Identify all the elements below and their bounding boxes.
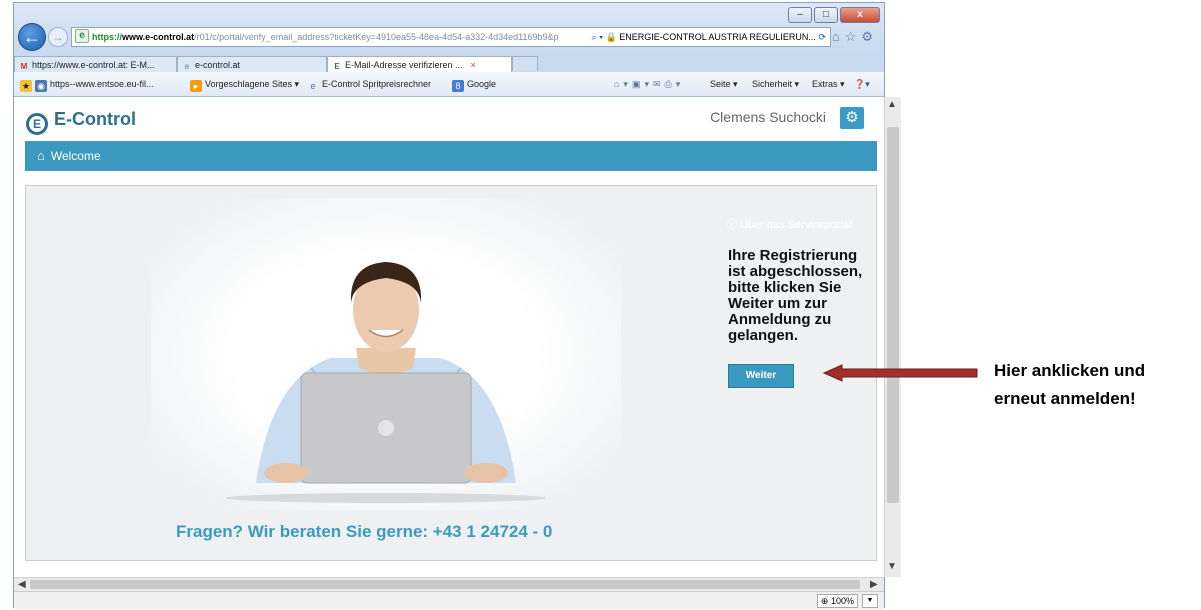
ie-icon: e: [184, 62, 190, 71]
businessman-image: [226, 262, 546, 503]
minimize-button[interactable]: –: [788, 7, 812, 23]
mail-icon[interactable]: ✉: [653, 79, 665, 89]
zoom-level[interactable]: ⊕ 100%: [816, 594, 858, 608]
favorites-star-icon: ★: [20, 80, 32, 92]
annotation-text: Hier anklicken und erneut anmelden!: [994, 357, 1145, 413]
search-icon[interactable]: ⌕ ▾: [592, 32, 603, 42]
gear-icon: ⚙: [845, 109, 859, 126]
browser-toolbar-icons: ⌂☆⚙: [832, 29, 878, 45]
url-host: www.e-control.at: [122, 32, 195, 42]
tab-label: https://www.e-control.at: E-M...: [32, 60, 155, 70]
google-icon: 8: [452, 80, 464, 92]
logo-text: E-Control: [54, 109, 136, 129]
settings-button[interactable]: ⚙: [840, 107, 864, 129]
print-icon[interactable]: ⎙▾: [665, 79, 685, 89]
favorites-star-icon[interactable]: ☆: [845, 29, 862, 44]
nav-welcome[interactable]: Welcome: [51, 149, 101, 163]
annotation-arrow: [822, 364, 978, 382]
url-right-section: ⌕ ▾ 🔒 ENERGIE-CONTROL AUSTRIA REGULIERUN…: [587, 28, 826, 46]
tab-strip: Mhttps://www.e-control.at: E-M... e e-con…: [14, 55, 884, 72]
command-icons: ⌂▾▣▾✉⎙▾: [614, 72, 684, 96]
back-button[interactable]: ←: [18, 23, 46, 51]
globe-icon: ◉: [35, 80, 47, 92]
nav-bar: ⌂ Welcome: [25, 141, 877, 171]
content-panel: ⓘ Über das Serviceportal Ihre Registrier…: [25, 185, 877, 561]
new-tab-button[interactable]: [512, 56, 538, 71]
favorites-item-entsoe[interactable]: ★ ◉ https--www.entsoe.eu-fil...: [20, 72, 154, 96]
horizontal-scrollbar[interactable]: ◀ ▶: [14, 577, 884, 591]
favorites-item-google[interactable]: 8 Google: [452, 72, 496, 96]
command-seite[interactable]: Seite ▾: [710, 72, 738, 96]
status-bar: ⊕ 100% ▼: [14, 591, 884, 609]
tab-e-control[interactable]: e e-control.at: [177, 56, 327, 72]
scroll-down-icon[interactable]: ▼: [887, 561, 897, 572]
browser-window: – □ x ← → e https://www.e-control.at/r01/…: [13, 2, 901, 609]
gmail-icon: M: [20, 62, 28, 71]
annotation-line-2: erneut anmelden!: [994, 389, 1136, 408]
help-icon[interactable]: ❓▾: [854, 72, 870, 96]
feeds-icon[interactable]: ▣▾: [632, 79, 653, 89]
favorites-item-spritpreis[interactable]: e E-Control Spritpreisrechner: [307, 72, 431, 96]
forward-button[interactable]: →: [48, 27, 68, 47]
address-bar[interactable]: e https://www.e-control.at/r01/c/portal/v…: [71, 27, 831, 47]
home-icon[interactable]: ⌂: [832, 29, 845, 44]
site-favicon-icon: e: [75, 29, 89, 43]
favorites-label: Google: [467, 79, 497, 89]
site-header: E E-Control Clemens Suchocki ⚙: [14, 97, 884, 141]
url-path: /r01/c/portal/verify_email_address?ticke…: [194, 32, 559, 42]
vertical-scroll-thumb[interactable]: [887, 127, 899, 503]
hotline-text: Fragen? Wir beraten Sie gerne: +43 1 247…: [176, 522, 553, 541]
weiter-button[interactable]: Weiter: [728, 364, 794, 388]
command-extras[interactable]: Extras ▾: [812, 72, 845, 96]
tab-label: E-Mail-Adresse verifizieren ...: [345, 60, 463, 70]
favorites-label: E-Control Spritpreisrechner: [322, 79, 432, 89]
certificate-label[interactable]: ENERGIE-CONTROL AUSTRIA REGULIERUN...: [619, 32, 816, 42]
tab-email-verify-1[interactable]: Mhttps://www.e-control.at: E-M...: [14, 56, 177, 72]
gear-icon[interactable]: ⚙: [861, 29, 878, 44]
user-name[interactable]: Clemens Suchocki: [710, 109, 826, 125]
close-tab-icon[interactable]: ×: [471, 60, 476, 70]
window-controls: – □ x: [788, 7, 880, 23]
scroll-up-icon[interactable]: ▲: [887, 99, 897, 110]
side-menu: ⓘ Über das Serviceportal: [726, 216, 852, 232]
info-icon: ⓘ: [726, 219, 737, 231]
scroll-right-icon[interactable]: ▶: [870, 578, 878, 591]
zoom-icon: ⊕: [820, 596, 829, 606]
zoom-value: 100%: [830, 596, 854, 606]
zoom-dropdown[interactable]: ▼: [862, 594, 878, 608]
businessman-illustration: [151, 198, 621, 510]
tab-email-verify-active[interactable]: E E-Mail-Adresse verifizieren ... ×: [327, 56, 512, 72]
scroll-left-icon[interactable]: ◀: [18, 578, 26, 591]
annotation-line-1: Hier anklicken und: [994, 361, 1146, 380]
maximize-button[interactable]: □: [814, 7, 838, 23]
tab-label: e-control.at: [195, 60, 241, 70]
side-menu-link[interactable]: Über das Serviceportal: [740, 219, 852, 231]
command-sicherheit[interactable]: Sicherheit ▾: [752, 72, 799, 96]
horizontal-scroll-thumb[interactable]: [30, 580, 860, 589]
ie-icon: e: [310, 81, 316, 91]
registration-message: Ihre Registrierung ist abgeschlossen, bi…: [728, 247, 863, 344]
econtrol-icon: E: [334, 62, 340, 71]
favorites-label: Vorgeschlagene Sites ▾: [205, 79, 300, 89]
favorites-label: https--www.entsoe.eu-fil...: [50, 79, 154, 89]
home-icon[interactable]: ⌂▾: [614, 79, 632, 89]
econtrol-logo-icon: E: [26, 113, 48, 135]
favorites-item-suggested[interactable]: ▸ Vorgeschlagene Sites ▾: [190, 72, 299, 96]
site-logo[interactable]: E E-Control: [26, 109, 136, 135]
home-icon[interactable]: ⌂: [37, 148, 45, 163]
vertical-scrollbar[interactable]: ▲ ▼: [884, 97, 901, 577]
close-button[interactable]: x: [840, 7, 880, 23]
lock-icon: 🔒: [605, 32, 617, 42]
url-scheme: https://: [92, 32, 122, 42]
suggested-sites-icon: ▸: [190, 80, 202, 92]
address-row: – □ x ← → e https://www.e-control.at/r01/…: [14, 3, 884, 55]
page-viewport: E E-Control Clemens Suchocki ⚙ ⌂ Welcome: [14, 97, 884, 577]
refresh-icon[interactable]: ⟳: [818, 32, 826, 42]
favorites-bar: ★ ◉ https--www.entsoe.eu-fil... ▸ Vorgeschl…: [14, 72, 884, 97]
